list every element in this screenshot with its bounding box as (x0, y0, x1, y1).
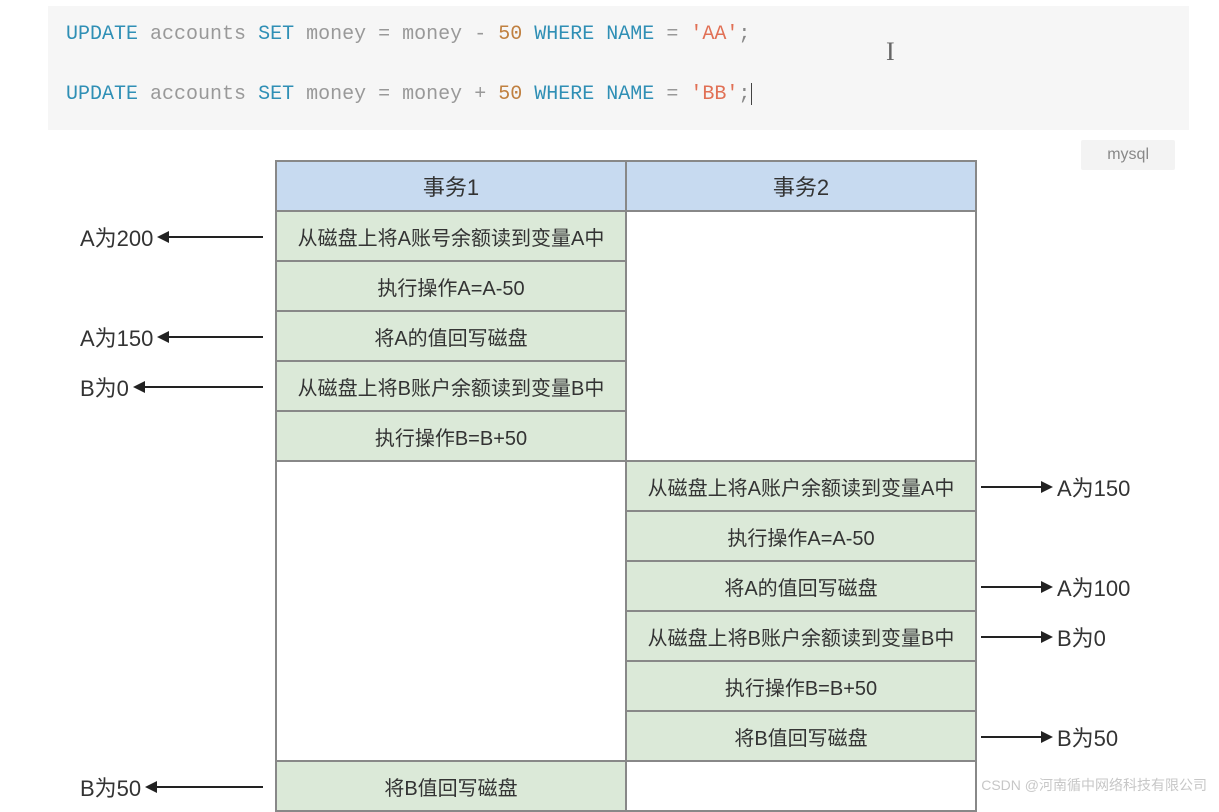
annotation-right: A为100 (981, 571, 1130, 603)
tx1-step: 执行操作B=B+50 (276, 411, 626, 461)
watermark: CSDN @河南循中网络科技有限公司 (981, 775, 1207, 795)
table-row: 从磁盘上将A账号余额读到变量A中 (276, 211, 976, 261)
annotation-left: A为150 (80, 321, 263, 353)
text-cursor-icon: I (886, 32, 895, 71)
empty-cell (626, 761, 976, 811)
annotation-text: A为200 (80, 221, 153, 253)
kw-update: UPDATE (66, 23, 138, 46)
arrow-left-icon (147, 786, 263, 788)
arrow-left-icon (135, 386, 263, 388)
annotation-text: B为50 (1057, 721, 1118, 753)
annotation-left: A为200 (80, 221, 263, 253)
annotation-text: A为100 (1057, 571, 1130, 603)
empty-cell (276, 461, 626, 761)
col-header-tx2: 事务2 (626, 161, 976, 211)
col-header-tx1: 事务1 (276, 161, 626, 211)
arrow-left-icon (159, 236, 263, 238)
annotation-left: B为0 (80, 371, 263, 403)
annotation-right: A为150 (981, 471, 1130, 503)
table-row: 将B值回写磁盘 (276, 761, 976, 811)
table-row: 从磁盘上将A账户余额读到变量A中 (276, 461, 976, 511)
annotation-text: B为0 (1057, 621, 1106, 653)
tx1-step: 执行操作A=A-50 (276, 261, 626, 311)
transaction-table: 事务1 事务2 从磁盘上将A账号余额读到变量A中执行操作A=A-50将A的值回写… (275, 160, 977, 812)
tx2-step: 执行操作B=B+50 (626, 661, 976, 711)
tx1-step: 将B值回写磁盘 (276, 761, 626, 811)
arrow-right-icon (981, 736, 1051, 738)
tx1-step: 从磁盘上将B账户余额读到变量B中 (276, 361, 626, 411)
annotation-right: B为0 (981, 621, 1106, 653)
tx2-step: 执行操作A=A-50 (626, 511, 976, 561)
annotation-right: B为50 (981, 721, 1118, 753)
tx1-step: 将A的值回写磁盘 (276, 311, 626, 361)
annotation-text: A为150 (80, 321, 153, 353)
text-caret-icon (751, 83, 752, 105)
tx2-step: 从磁盘上将B账户余额读到变量B中 (626, 611, 976, 661)
annotation-left: B为50 (80, 771, 263, 803)
tx2-step: 将B值回写磁盘 (626, 711, 976, 761)
sql-code-block: UPDATE accounts SET money = money - 50 W… (48, 6, 1189, 130)
arrow-right-icon (981, 636, 1051, 638)
empty-cell (626, 211, 976, 461)
arrow-right-icon (981, 486, 1051, 488)
arrow-right-icon (981, 586, 1051, 588)
tx2-step: 从磁盘上将A账户余额读到变量A中 (626, 461, 976, 511)
arrow-left-icon (159, 336, 263, 338)
tx1-step: 从磁盘上将A账号余额读到变量A中 (276, 211, 626, 261)
transaction-diagram: 事务1 事务2 从磁盘上将A账号余额读到变量A中执行操作A=A-50将A的值回写… (0, 160, 1219, 780)
annotation-text: B为50 (80, 771, 141, 803)
annotation-text: A为150 (1057, 471, 1130, 503)
annotation-text: B为0 (80, 371, 129, 403)
tx2-step: 将A的值回写磁盘 (626, 561, 976, 611)
